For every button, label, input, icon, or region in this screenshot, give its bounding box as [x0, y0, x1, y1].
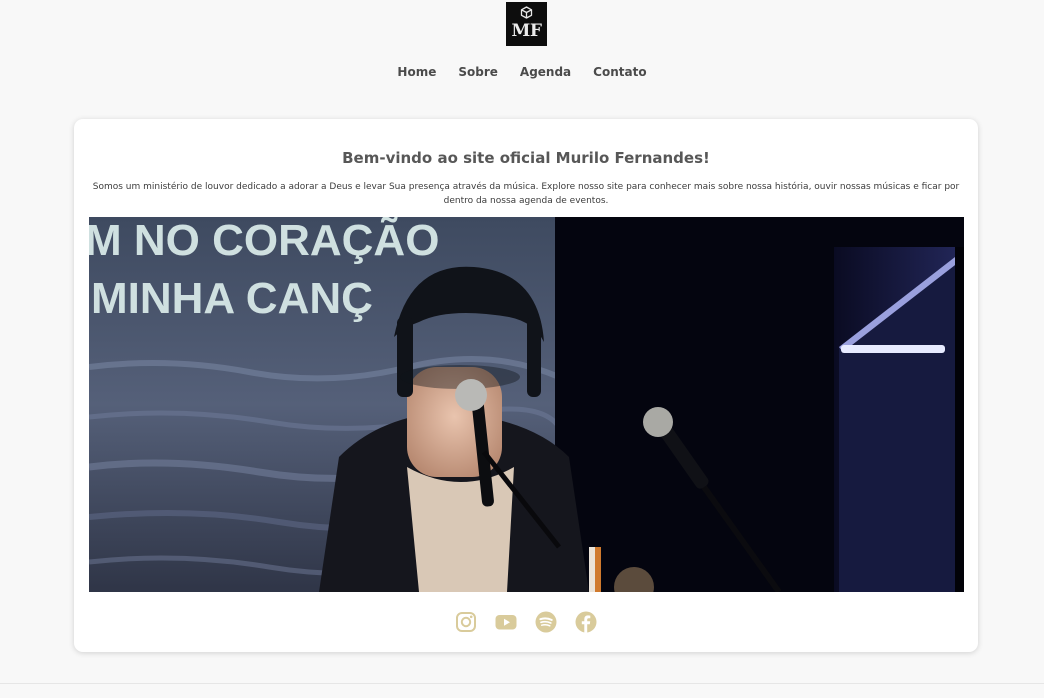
instagram-icon: [456, 612, 476, 632]
youtube-icon: [495, 615, 517, 630]
nav-sobre[interactable]: Sobre: [458, 64, 498, 80]
spotify-link[interactable]: [535, 611, 557, 633]
cube-icon: [520, 6, 533, 19]
site-logo[interactable]: MF: [506, 2, 547, 46]
nav-home[interactable]: Home: [397, 64, 436, 80]
screen-lyrics-line1: M NO CORAÇÃO: [89, 217, 439, 265]
nav-agenda[interactable]: Agenda: [520, 64, 571, 80]
spotify-icon: [535, 611, 557, 633]
instagram-link[interactable]: [455, 611, 477, 633]
main-nav: Home Sobre Agenda Contato: [0, 64, 1044, 80]
welcome-card: Bem-vindo ao site oficial Murilo Fernand…: [74, 119, 978, 652]
hero-photo: M NO CORAÇÃO MINHA CANÇ: [89, 217, 964, 592]
intro-text: Somos um ministério de louvor dedicado a…: [92, 182, 960, 206]
youtube-link[interactable]: [495, 611, 517, 633]
nav-contato[interactable]: Contato: [593, 64, 646, 80]
social-links: [74, 611, 978, 633]
page-title: Bem-vindo ao site oficial Murilo Fernand…: [342, 149, 710, 167]
logo-text: MF: [511, 21, 542, 41]
facebook-link[interactable]: [575, 611, 597, 633]
screen-lyrics-line2: MINHA CANÇ: [91, 274, 373, 323]
footer-divider: [0, 683, 1044, 684]
facebook-icon: [575, 611, 597, 633]
